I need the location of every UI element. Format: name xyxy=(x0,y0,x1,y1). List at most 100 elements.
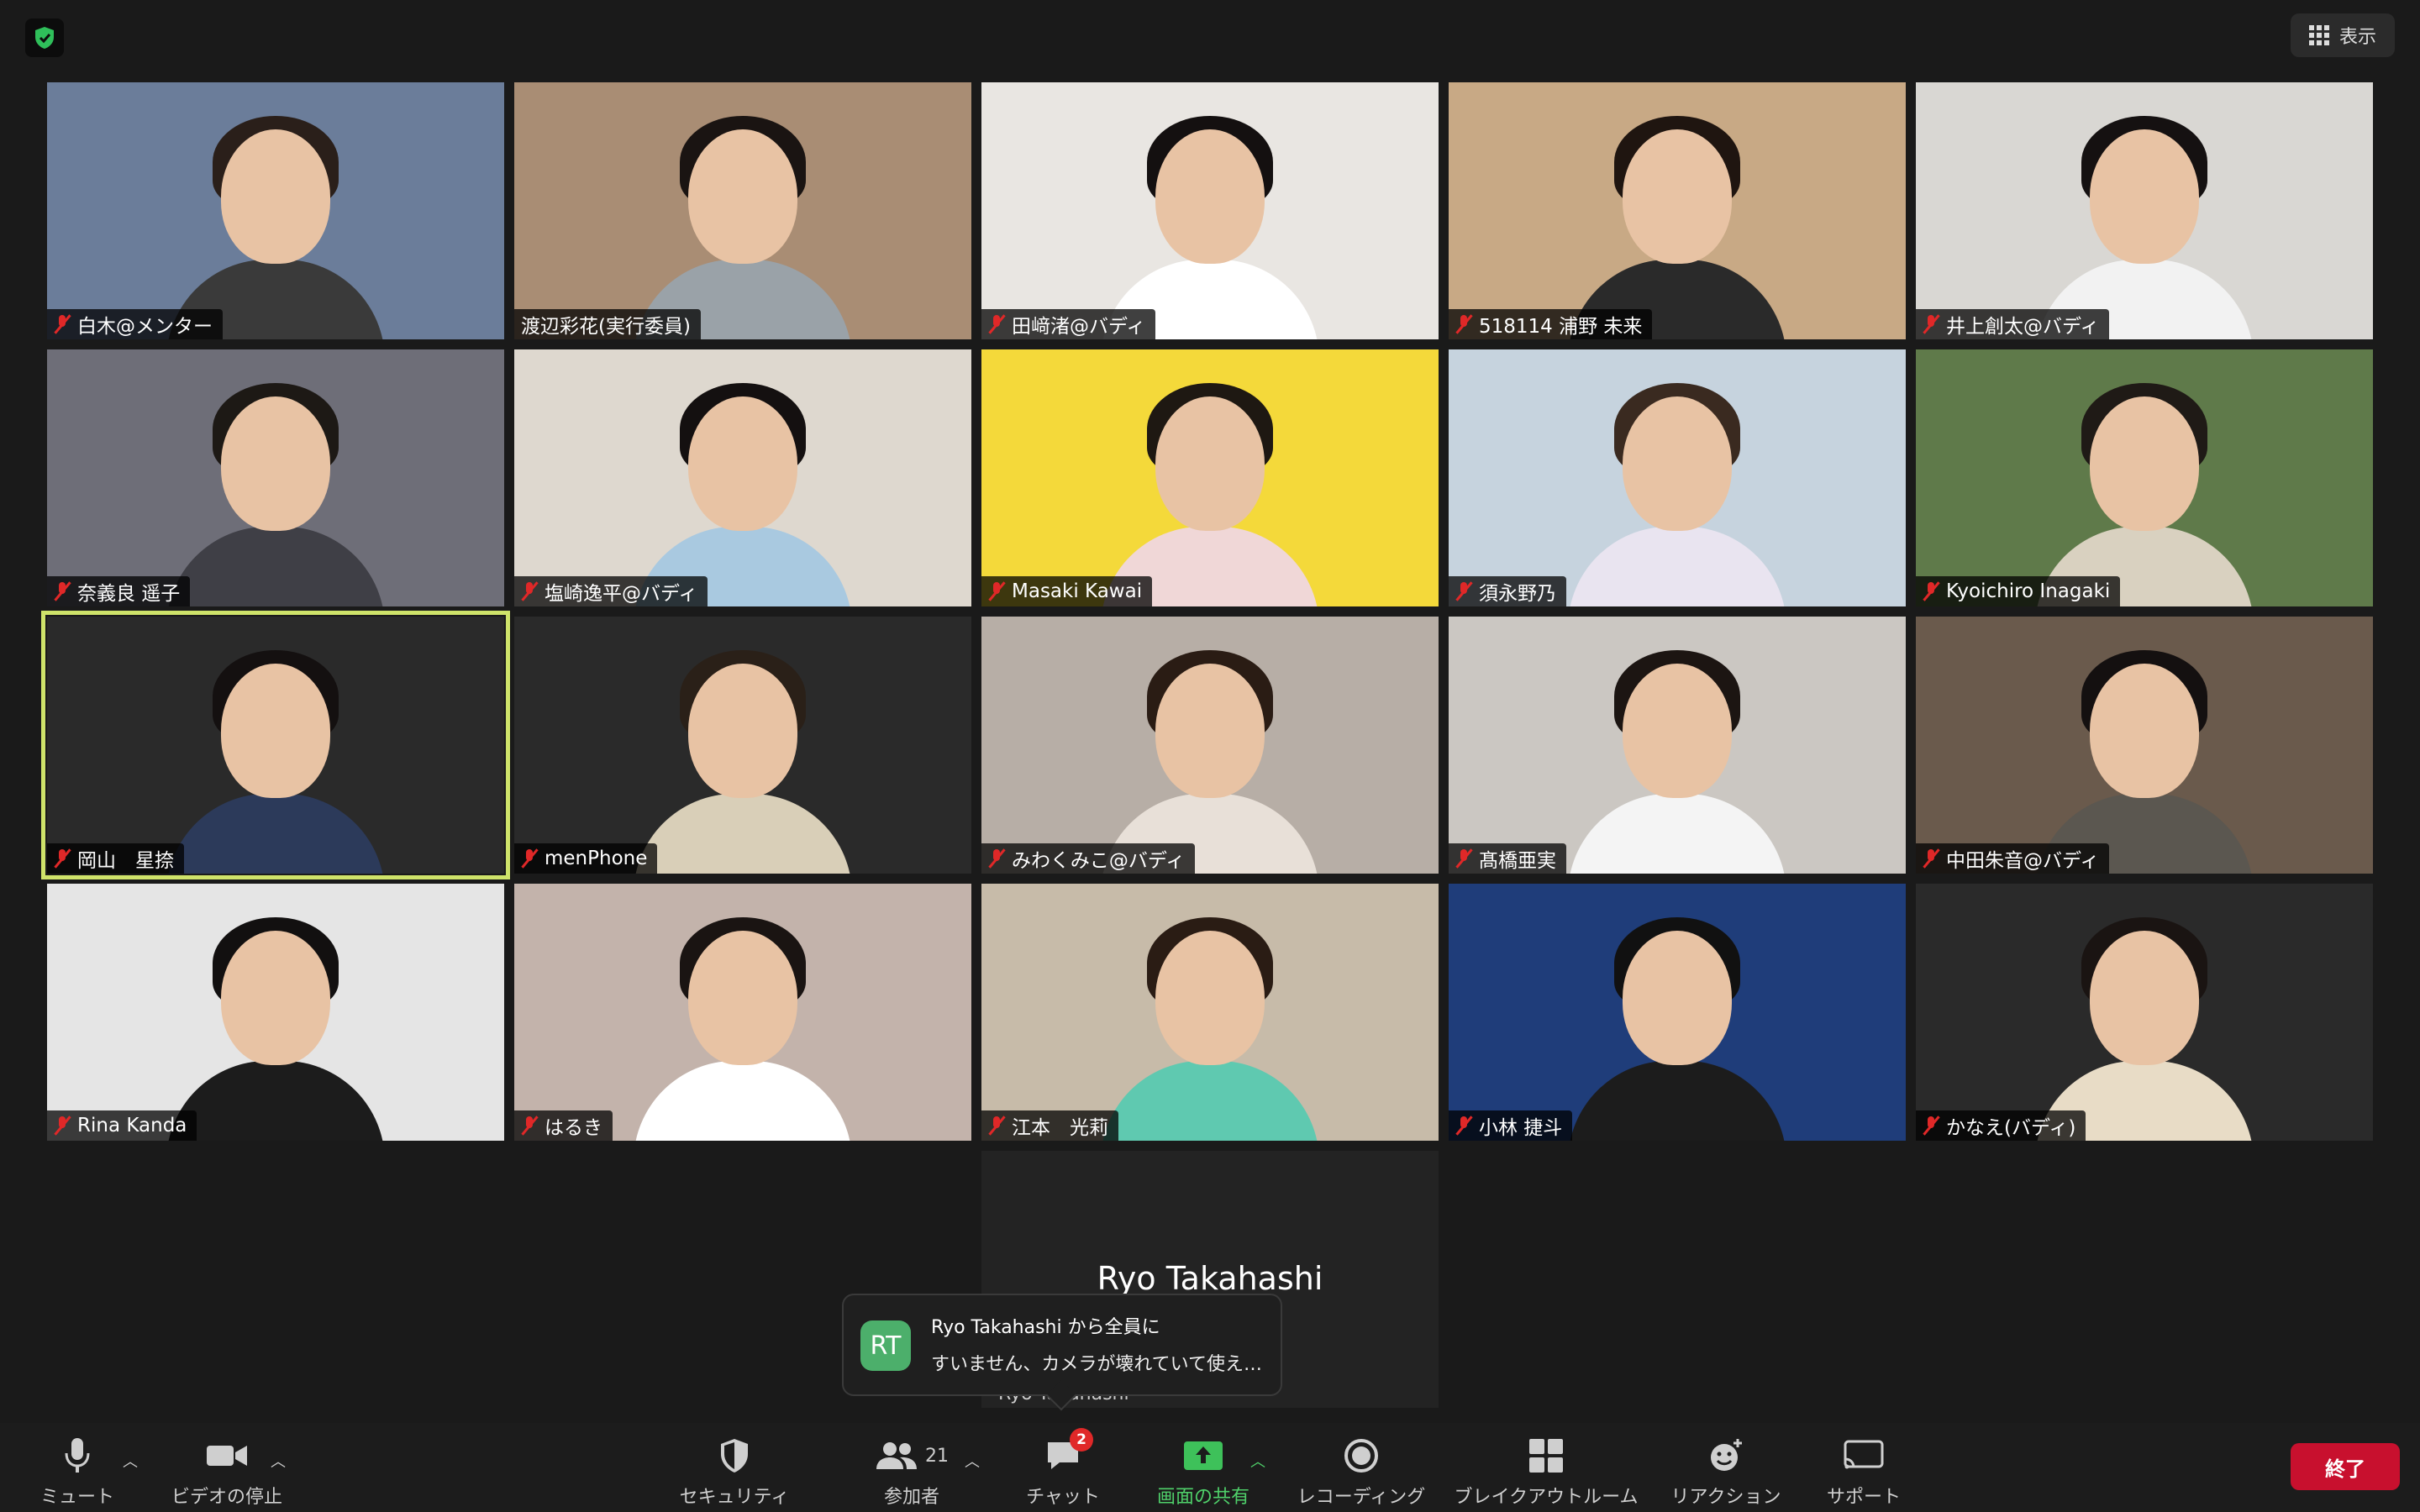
share-options-caret-icon[interactable]: ︿ xyxy=(1250,1450,1265,1472)
participant-video-tile[interactable]: 奈義良 遥子 xyxy=(47,349,504,606)
participants-caret-icon[interactable]: ︿ xyxy=(965,1450,980,1472)
participant-nametag: Kyoichiro Inagaki xyxy=(1916,576,2121,606)
muted-mic-icon xyxy=(54,1116,71,1136)
emoji-plus-icon xyxy=(1707,1433,1744,1478)
chat-label: チャット xyxy=(1026,1487,1100,1508)
chat-notification[interactable]: RT Ryo Takahashi から全員に すいません、カメラが壊れていて使え… xyxy=(842,1294,1282,1396)
record-button[interactable]: レコーディング xyxy=(1294,1433,1428,1509)
participant-figure xyxy=(166,638,385,874)
chat-button[interactable]: 2 チャット xyxy=(1025,1428,1101,1509)
participant-video-tile[interactable]: Masaki Kawai xyxy=(981,349,1439,606)
muted-mic-icon xyxy=(1455,848,1473,869)
muted-mic-icon xyxy=(1455,314,1473,334)
participants-button[interactable]: 21 参加者 xyxy=(865,1433,958,1509)
participant-name: 田﨑渚@バディ xyxy=(1012,316,1146,338)
participant-nametag: 岡山 星捺 xyxy=(47,843,184,874)
muted-mic-icon xyxy=(1923,581,1940,601)
participant-video-tile[interactable]: 塩崎逸平@バディ xyxy=(514,349,971,606)
participant-nametag: 江本 光莉 xyxy=(981,1110,1118,1141)
muted-mic-icon xyxy=(1923,1116,1940,1136)
participant-name: 中田朱音@バディ xyxy=(1946,850,2100,872)
participant-figure xyxy=(1568,104,1786,339)
participant-nametag: はるき xyxy=(514,1110,613,1141)
participant-figure xyxy=(634,906,852,1141)
audio-options-caret-icon[interactable]: ︿ xyxy=(123,1450,138,1472)
microphone-icon xyxy=(63,1433,92,1478)
share-screen-label: 画面の共有 xyxy=(1156,1487,1249,1508)
participant-nametag: 須永野乃 xyxy=(1449,576,1566,606)
participant-video-tile[interactable]: 須永野乃 xyxy=(1449,349,1906,606)
participant-name: menPhone xyxy=(544,848,648,869)
meeting-toolbar: ミュート ︿ ビデオの停止 ︿ セキュリティ 21 参加者 ︿ 2 チャット 画… xyxy=(0,1423,2420,1512)
breakout-rooms-label: ブレイクアウトルーム xyxy=(1454,1487,1639,1508)
stop-video-label: ビデオの停止 xyxy=(171,1487,282,1508)
video-options-caret-icon[interactable]: ︿ xyxy=(271,1450,286,1472)
participant-figure xyxy=(166,371,385,606)
participant-video-tile[interactable]: 中田朱音@バディ xyxy=(1916,617,2373,874)
participant-name: Kyoichiro Inagaki xyxy=(1946,580,2111,602)
participant-name: 奈義良 遥子 xyxy=(77,583,181,605)
participant-video-tile[interactable]: Rina Kanda xyxy=(47,884,504,1141)
participant-figure xyxy=(1101,104,1319,339)
participant-video-tile[interactable]: 白木@メンター xyxy=(47,82,504,339)
participant-figure xyxy=(634,104,852,339)
stop-video-button[interactable]: ビデオの停止 xyxy=(168,1433,286,1509)
participant-video-tile[interactable]: 小林 捷斗 xyxy=(1449,884,1906,1141)
participant-figure xyxy=(1568,638,1786,874)
support-button[interactable]: サポート xyxy=(1823,1433,1904,1509)
participant-video-tile[interactable]: 渡辺彩花(実行委員) xyxy=(514,82,971,339)
participant-video-tile[interactable]: menPhone xyxy=(514,617,971,874)
participant-nametag: かなえ(バディ) xyxy=(1916,1110,2086,1141)
participant-video-tile[interactable]: かなえ(バディ) xyxy=(1916,884,2373,1141)
participant-name: かなえ(バディ) xyxy=(1946,1117,2076,1139)
cast-screen-icon xyxy=(1843,1433,1885,1478)
chat-message: すいません、カメラが壊れていて使え… xyxy=(931,1354,1263,1375)
participant-video-tile[interactable]: 518114 浦野 未来 xyxy=(1449,82,1906,339)
participant-video-tile[interactable]: みわくみこ@バディ xyxy=(981,617,1439,874)
reactions-label: リアクション xyxy=(1670,1487,1781,1508)
participant-name: 小林 捷斗 xyxy=(1479,1117,1563,1139)
participant-nametag: 小林 捷斗 xyxy=(1449,1110,1573,1141)
breakout-rooms-button[interactable]: ブレイクアウトルーム xyxy=(1452,1433,1640,1509)
security-button[interactable]: セキュリティ xyxy=(672,1433,797,1509)
participant-video-tile[interactable]: 田﨑渚@バディ xyxy=(981,82,1439,339)
participant-figure xyxy=(634,371,852,606)
participant-nametag: 井上創太@バディ xyxy=(1916,309,2110,339)
share-screen-button[interactable]: 画面の共有 xyxy=(1153,1433,1254,1509)
participant-name: 518114 浦野 未来 xyxy=(1479,316,1643,338)
participant-video-tile[interactable]: 髙橋亜実 xyxy=(1449,617,1906,874)
participant-figure xyxy=(1568,371,1786,606)
participant-video-tile[interactable]: 井上創太@バディ xyxy=(1916,82,2373,339)
participant-name: 井上創太@バディ xyxy=(1946,316,2100,338)
muted-mic-icon xyxy=(988,581,1006,601)
muted-mic-icon xyxy=(988,1116,1006,1136)
chat-sender: Ryo Takahashi から全員に xyxy=(931,1317,1160,1338)
participant-name: 岡山 星捺 xyxy=(77,850,174,872)
participant-nametag: 白木@メンター xyxy=(47,309,223,339)
participant-video-tile[interactable]: はるき xyxy=(514,884,971,1141)
participant-figure xyxy=(166,104,385,339)
participant-nametag: 渡辺彩花(実行委員) xyxy=(514,309,701,339)
share-screen-icon xyxy=(1182,1433,1224,1478)
participant-nametag: Masaki Kawai xyxy=(981,576,1153,606)
muted-mic-icon xyxy=(1455,1116,1473,1136)
participant-name: Masaki Kawai xyxy=(1012,580,1143,602)
security-shield-icon xyxy=(718,1433,750,1478)
end-meeting-button[interactable]: 終了 xyxy=(2291,1443,2400,1490)
participant-figure xyxy=(634,638,852,874)
top-bar: 表示 xyxy=(0,0,2420,71)
encryption-shield-icon[interactable] xyxy=(25,18,64,57)
participant-video-tile[interactable]: 岡山 星捺 xyxy=(41,611,510,879)
participant-figure xyxy=(2035,638,2254,874)
mute-label: ミュート xyxy=(39,1487,114,1508)
mute-button[interactable]: ミュート xyxy=(35,1433,119,1509)
participant-figure xyxy=(2035,906,2254,1141)
participant-video-tile[interactable]: Kyoichiro Inagaki xyxy=(1916,349,2373,606)
view-button[interactable]: 表示 xyxy=(2290,13,2395,57)
chat-unread-badge: 2 xyxy=(1070,1428,1093,1452)
reactions-button[interactable]: リアクション xyxy=(1667,1433,1785,1509)
participant-name: 塩崎逸平@バディ xyxy=(544,583,698,605)
participant-video-tile[interactable]: 江本 光莉 xyxy=(981,884,1439,1141)
muted-mic-icon xyxy=(988,314,1006,334)
participant-nametag: menPhone xyxy=(514,843,658,874)
